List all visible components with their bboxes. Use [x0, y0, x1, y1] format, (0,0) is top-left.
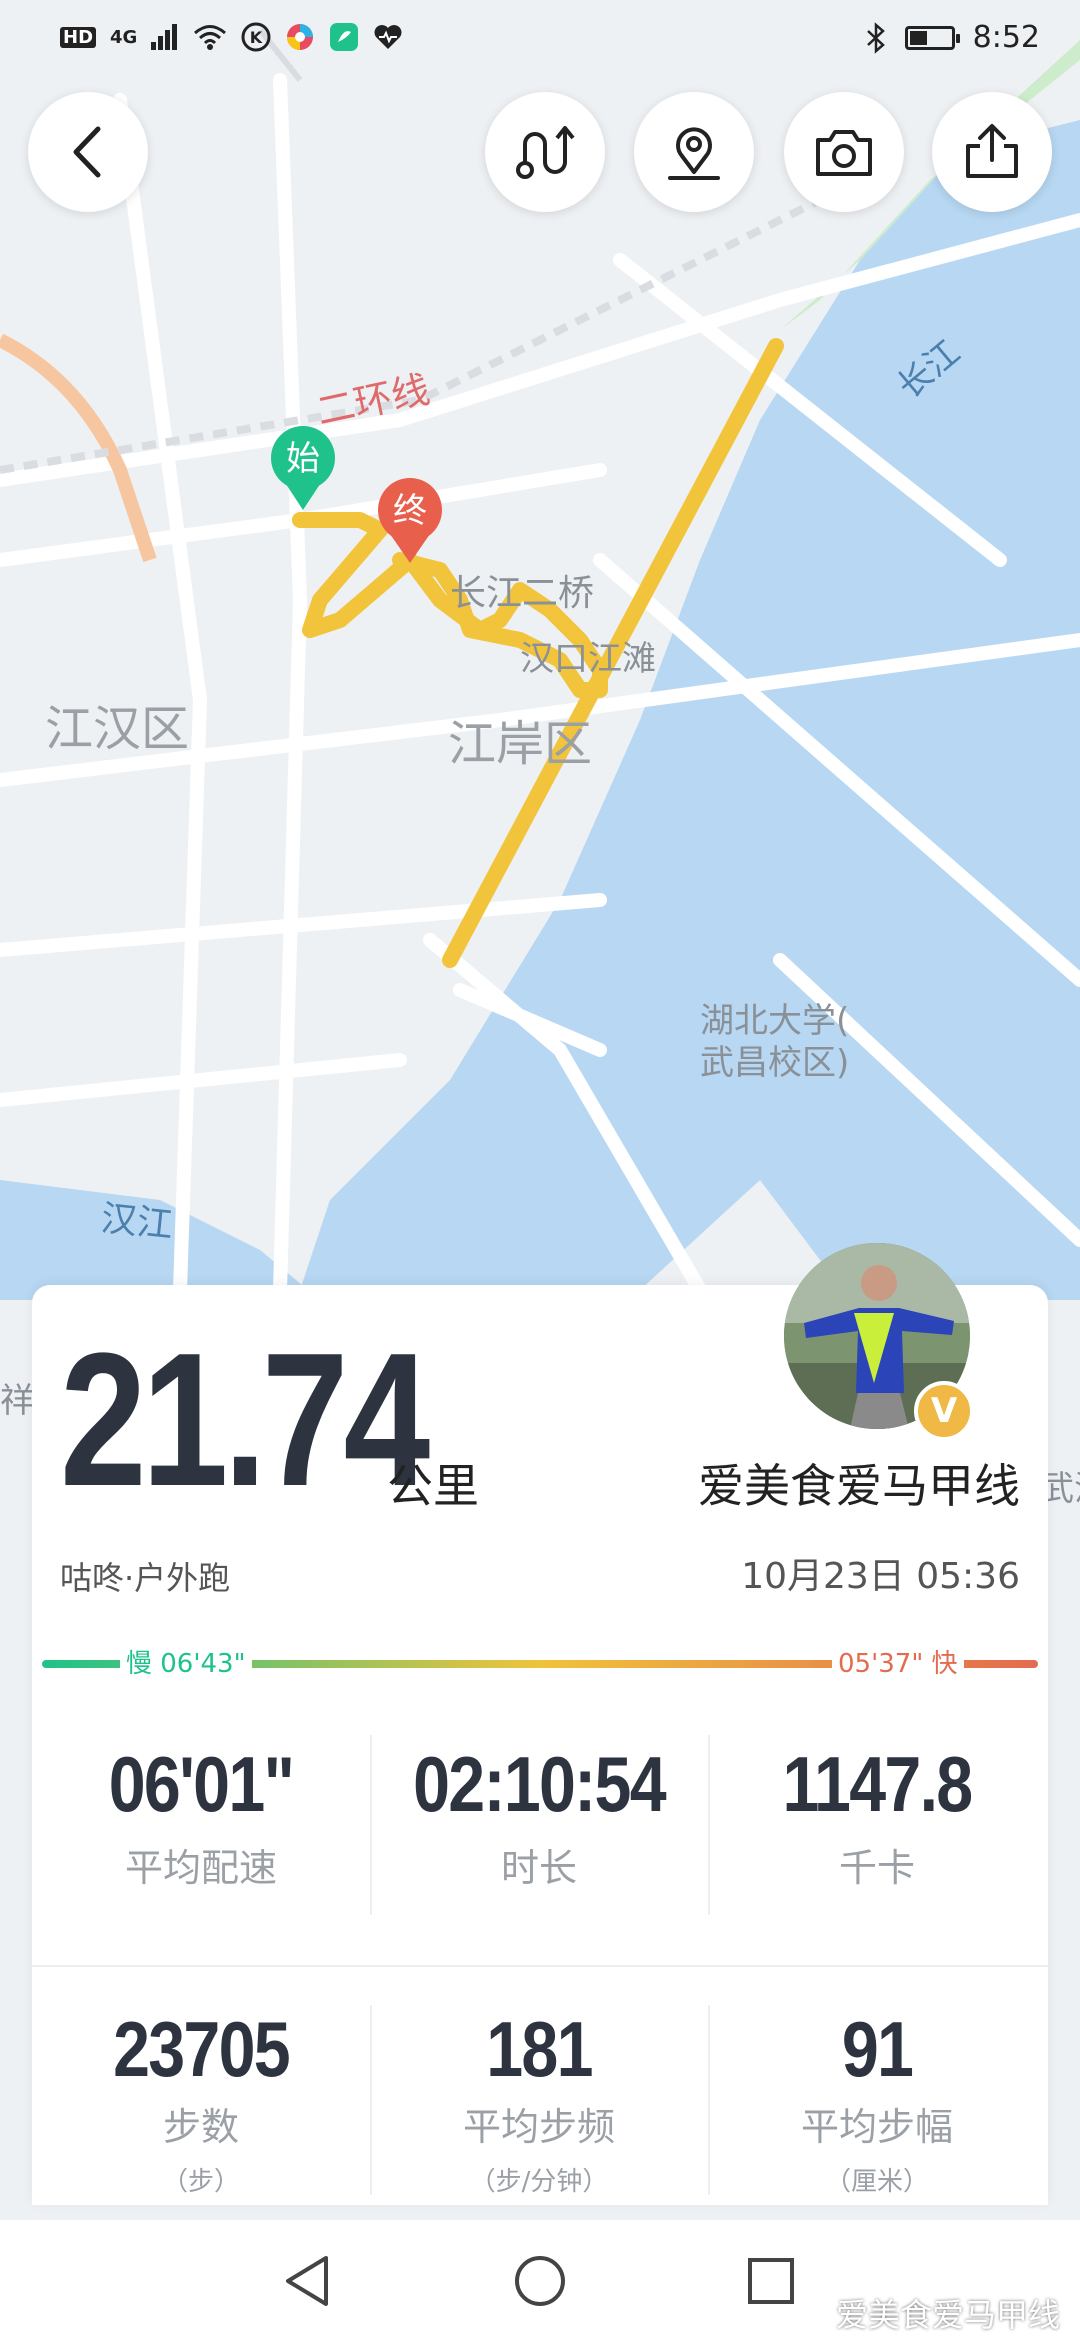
nav-back-icon[interactable]	[282, 2254, 332, 2308]
stat-value: 91	[841, 2005, 914, 2093]
back-icon	[73, 126, 101, 178]
location-button[interactable]	[634, 92, 754, 212]
share-button[interactable]	[932, 92, 1052, 212]
stat-unit: （厘米）	[824, 2167, 929, 2197]
divider	[370, 2005, 372, 2195]
distance-unit: 公里	[387, 1459, 479, 1513]
label-jiangan: 江岸区	[448, 716, 592, 772]
label-hankou: 汉口江滩	[520, 639, 656, 679]
divider	[370, 1735, 372, 1915]
battery-icon	[904, 25, 960, 50]
stat-value: 23705	[113, 2005, 291, 2093]
label-hubei-univ-1: 湖北大学(	[700, 1001, 849, 1041]
signal-type: 4G	[110, 26, 138, 48]
bluetooth-icon	[866, 21, 885, 54]
route-icon	[516, 126, 575, 179]
stat-value: 06'01"	[108, 1740, 295, 1828]
pace-fast-label: 05'37" 快	[832, 1643, 964, 1680]
label-left-edge: 祥	[0, 1381, 34, 1421]
activity-datetime: 10月23日 05:36	[741, 1556, 1020, 1597]
stat-label: 平均配速	[124, 1846, 277, 1890]
stat-label: 时长	[500, 1846, 577, 1890]
label-jianghan: 江汉区	[45, 701, 189, 757]
route-button[interactable]	[485, 92, 605, 212]
stat-calories: 1147.8 千卡	[708, 1745, 1046, 1892]
activity-source: 咕咚·户外跑	[60, 1559, 231, 1597]
stat-unit: （步/分钟）	[469, 2167, 609, 2197]
distance-value: 21.74	[60, 1314, 430, 1526]
label-hanjiang: 汉江	[99, 1198, 175, 1246]
watermark: 爱美食爱马甲线	[835, 2296, 1060, 2334]
label-bridge: 长江二桥	[450, 573, 594, 614]
clock: 8:52	[972, 20, 1040, 55]
location-pin-icon	[668, 127, 720, 180]
stat-stride: 91 平均步幅 （厘米）	[708, 2010, 1046, 2198]
nav-home-icon[interactable]	[513, 2254, 567, 2308]
label-hubei-univ-2: 武昌校区)	[700, 1043, 849, 1083]
green-app-icon	[330, 23, 359, 51]
camera-button[interactable]	[784, 92, 904, 212]
stat-label: 平均步幅	[800, 2105, 953, 2149]
stat-label: 平均步频	[462, 2105, 615, 2149]
verified-badge: V	[914, 1381, 974, 1441]
divider	[708, 2005, 710, 2195]
divider	[708, 1735, 710, 1915]
pace-slow-label: 慢 06'43"	[120, 1643, 252, 1680]
stat-cadence: 181 平均步频 （步/分钟）	[370, 2010, 708, 2198]
svg-text:K: K	[250, 28, 263, 47]
stat-value: 1147.8	[782, 1740, 974, 1828]
back-button[interactable]	[28, 92, 148, 212]
stat-label: 步数	[162, 2105, 239, 2149]
stat-label: 千卡	[838, 1846, 915, 1890]
wifi-icon	[194, 25, 227, 50]
stat-unit: （步）	[161, 2167, 240, 2197]
nav-recents-icon[interactable]	[746, 2256, 796, 2306]
stat-steps: 23705 步数 （步）	[32, 2010, 370, 2198]
run-summary-card: 21.74 公里 V 爱美食爱马甲线 咕咚·户外跑 10月23日 05:36 慢…	[32, 1243, 1048, 2205]
hd-indicator: HD	[60, 26, 97, 48]
stat-duration: 02:10:54 时长	[370, 1745, 708, 1892]
k-app-icon: K	[241, 22, 271, 52]
end-marker-label: 终	[393, 491, 427, 531]
heart-rate-icon	[374, 25, 402, 49]
signal-icon	[151, 24, 178, 50]
stat-value: 181	[486, 2005, 593, 2093]
divider	[32, 1965, 1048, 1967]
start-marker-label: 始	[286, 439, 320, 479]
username[interactable]: 爱美食爱马甲线	[698, 1450, 1020, 1516]
colorful-app-icon	[287, 24, 314, 50]
status-bar: HD 4G K 8:52	[0, 0, 1080, 80]
camera-icon	[816, 130, 872, 176]
stat-value: 02:10:54	[413, 1740, 666, 1828]
share-icon	[966, 124, 1018, 178]
stat-avg-pace: 06'01" 平均配速	[32, 1745, 370, 1892]
